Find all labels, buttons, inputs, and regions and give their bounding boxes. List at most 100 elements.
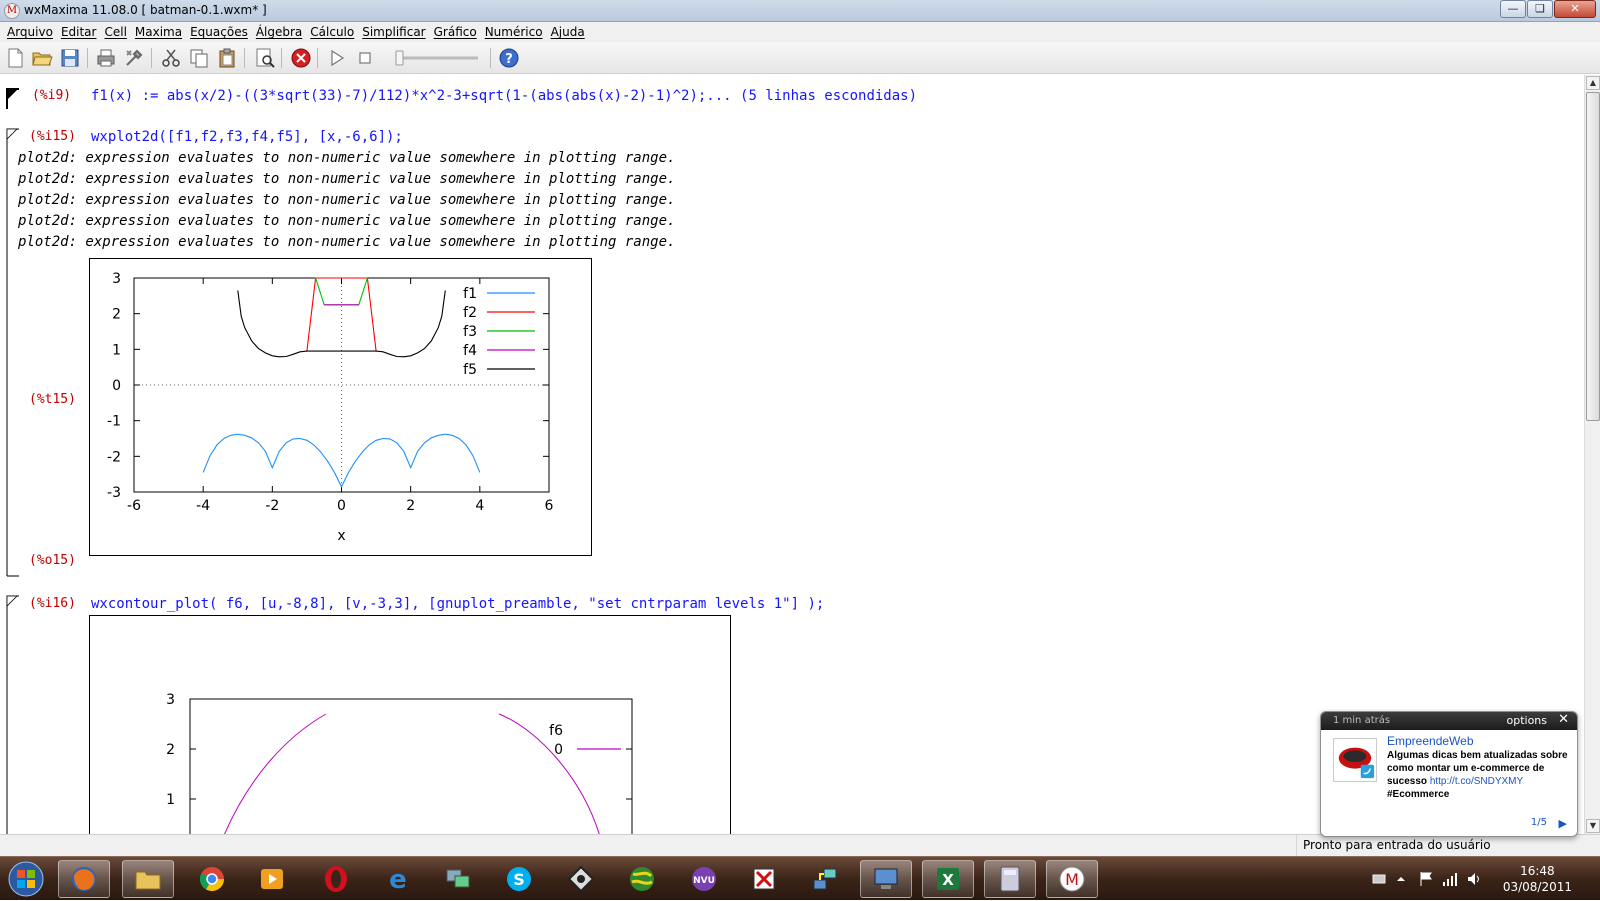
status-text: Pronto para entrada do usuário xyxy=(1303,838,1491,852)
legend-title: f6 xyxy=(549,723,563,739)
svg-text:M: M xyxy=(1065,870,1079,889)
computer-network-icon[interactable] xyxy=(860,860,912,898)
maxima-icon[interactable]: M xyxy=(1046,860,1098,898)
y-tick-label: 2 xyxy=(112,307,121,323)
input-label-i9: (%i9) xyxy=(32,88,72,103)
new-document-icon[interactable] xyxy=(4,47,26,69)
excel-icon[interactable]: X xyxy=(922,860,974,898)
globe-app-icon[interactable] xyxy=(616,860,668,898)
menu-editar[interactable]: Editar xyxy=(61,25,97,39)
y-tick-label: -2 xyxy=(107,449,121,465)
menu-cell[interactable]: Cell xyxy=(104,25,126,39)
input-i9[interactable]: f1(x) := abs(x/2)-((3*sqrt(33)-7)/112)*x… xyxy=(91,88,917,104)
input-i16[interactable]: wxcontour_plot( f6, [u,-8,8], [v,-3,3], … xyxy=(91,596,824,612)
toolbar: ? xyxy=(0,42,1600,74)
avatar[interactable] xyxy=(1333,738,1377,782)
plot2d-image[interactable]: -6 -4 -2 0 2 4 6 3 2 1 0 -1 -2 -3 x f1 f2 f3 f4 f5 xyxy=(89,258,592,556)
svg-text:e: e xyxy=(389,865,407,894)
y-tick-label: 1 xyxy=(112,342,121,358)
menu-calculo[interactable]: Cálculo xyxy=(310,25,354,39)
remote-desktop-icon[interactable] xyxy=(432,860,484,898)
y-tick-label: 2 xyxy=(166,742,175,758)
animation-slider[interactable] xyxy=(392,49,482,67)
opera-icon[interactable] xyxy=(310,860,362,898)
print-icon[interactable] xyxy=(95,47,117,69)
x-tick-label: -4 xyxy=(196,498,210,514)
menu-grafico[interactable]: Gráfico xyxy=(434,25,477,39)
legend-label-f3: f3 xyxy=(463,324,477,340)
scroll-down-button[interactable]: ▼ xyxy=(1586,819,1600,833)
menu-numerico[interactable]: Numérico xyxy=(485,25,543,39)
open-folder-icon[interactable] xyxy=(31,47,53,69)
find-icon[interactable] xyxy=(254,47,276,69)
vertical-scrollbar[interactable]: ▲ ▼ xyxy=(1584,75,1600,834)
action-center-flag-icon[interactable] xyxy=(1418,871,1434,887)
network-signal-icon[interactable] xyxy=(1442,871,1458,887)
notification-close-button[interactable]: ✕ xyxy=(1558,712,1569,727)
minimize-button[interactable]: — xyxy=(1500,0,1526,18)
warning-line: plot2d: expression evaluates to non-nume… xyxy=(18,171,676,187)
menu-equacoes[interactable]: Equações xyxy=(190,25,248,39)
windows-start-orb-icon[interactable] xyxy=(6,860,46,898)
menu-arquivo[interactable]: Arquivo xyxy=(7,25,53,39)
preferences-icon[interactable] xyxy=(123,47,145,69)
volume-icon[interactable] xyxy=(1466,871,1482,887)
cell-bracket-i16[interactable] xyxy=(6,595,20,834)
notification-options-button[interactable]: options xyxy=(1506,714,1547,727)
system-tray: 16:48 03/08/2011 xyxy=(1340,857,1600,901)
chrome-icon[interactable] xyxy=(186,860,238,898)
keyboard-icon[interactable] xyxy=(1372,873,1386,885)
svg-text:X: X xyxy=(942,871,954,889)
task-tool-icon[interactable] xyxy=(738,860,790,898)
copy-icon[interactable] xyxy=(188,47,210,69)
save-icon[interactable] xyxy=(59,47,81,69)
inkscape-icon[interactable] xyxy=(555,860,607,898)
notification-author[interactable]: EmpreendeWeb xyxy=(1387,734,1474,748)
help-icon[interactable]: ? xyxy=(498,47,520,69)
notification-hashtag[interactable]: #Ecommerce xyxy=(1387,789,1449,800)
y-tick-label: 1 xyxy=(166,792,175,808)
notification-message: Algumas dicas bem atualizadas sobre como… xyxy=(1387,749,1573,801)
paste-icon[interactable] xyxy=(216,47,238,69)
legend-label-f1: f1 xyxy=(463,286,477,302)
show-hidden-icons-icon[interactable] xyxy=(1396,873,1406,885)
next-arrow-icon[interactable]: ▶ xyxy=(1559,817,1567,830)
legend-label-f5: f5 xyxy=(463,362,477,378)
notification-link[interactable]: http://t.co/SNDYXMY xyxy=(1430,776,1523,787)
scroll-thumb[interactable] xyxy=(1586,92,1600,421)
close-window-button[interactable]: ✕ xyxy=(1554,0,1596,18)
y-tick-label: 3 xyxy=(112,271,121,287)
clock[interactable]: 16:48 03/08/2011 xyxy=(1503,863,1572,895)
clock-time: 16:48 xyxy=(1520,864,1555,878)
stop-icon[interactable] xyxy=(354,47,376,69)
y-tick-label: -1 xyxy=(107,414,121,430)
scroll-up-button[interactable]: ▲ xyxy=(1586,76,1600,90)
input-i15[interactable]: wxplot2d([f1,f2,f3,f4,f5], [x,-6,6]); xyxy=(91,129,403,145)
maxima-app-icon[interactable]: M xyxy=(4,3,20,19)
skype-icon[interactable]: S xyxy=(493,860,545,898)
cut-icon[interactable] xyxy=(160,47,182,69)
cell-bracket-collapsed[interactable] xyxy=(6,88,20,110)
file-explorer-icon[interactable] xyxy=(122,860,174,898)
menu-ajuda[interactable]: Ajuda xyxy=(551,25,585,39)
menu-algebra[interactable]: Álgebra xyxy=(256,25,302,39)
nvu-icon[interactable]: NVU xyxy=(678,860,730,898)
tweet-notification[interactable]: 1 min atrás options ✕ EmpreendeWeb Algum… xyxy=(1320,711,1578,837)
maximize-button[interactable]: ❏ xyxy=(1527,0,1553,18)
contour-plot-image[interactable]: 3 2 1 f6 0 xyxy=(89,615,731,834)
internet-explorer-icon[interactable]: e xyxy=(372,860,424,898)
firefox-icon[interactable] xyxy=(58,860,110,898)
menu-simplificar[interactable]: Simplificar xyxy=(362,25,425,39)
legend-label-f2: f2 xyxy=(463,305,477,321)
menu-maxima[interactable]: Maxima xyxy=(135,25,182,39)
calculator-icon[interactable] xyxy=(984,860,1036,898)
interrupt-icon[interactable] xyxy=(290,47,312,69)
warning-line: plot2d: expression evaluates to non-nume… xyxy=(18,213,676,229)
legend-label-f4: f4 xyxy=(463,343,477,359)
status-bar: Pronto para entrada do usuário xyxy=(0,834,1600,856)
network-tool-icon[interactable] xyxy=(799,860,851,898)
play-icon[interactable] xyxy=(326,47,348,69)
svg-text:?: ? xyxy=(505,52,513,67)
media-player-icon[interactable] xyxy=(246,860,298,898)
svg-text:S: S xyxy=(513,870,525,889)
